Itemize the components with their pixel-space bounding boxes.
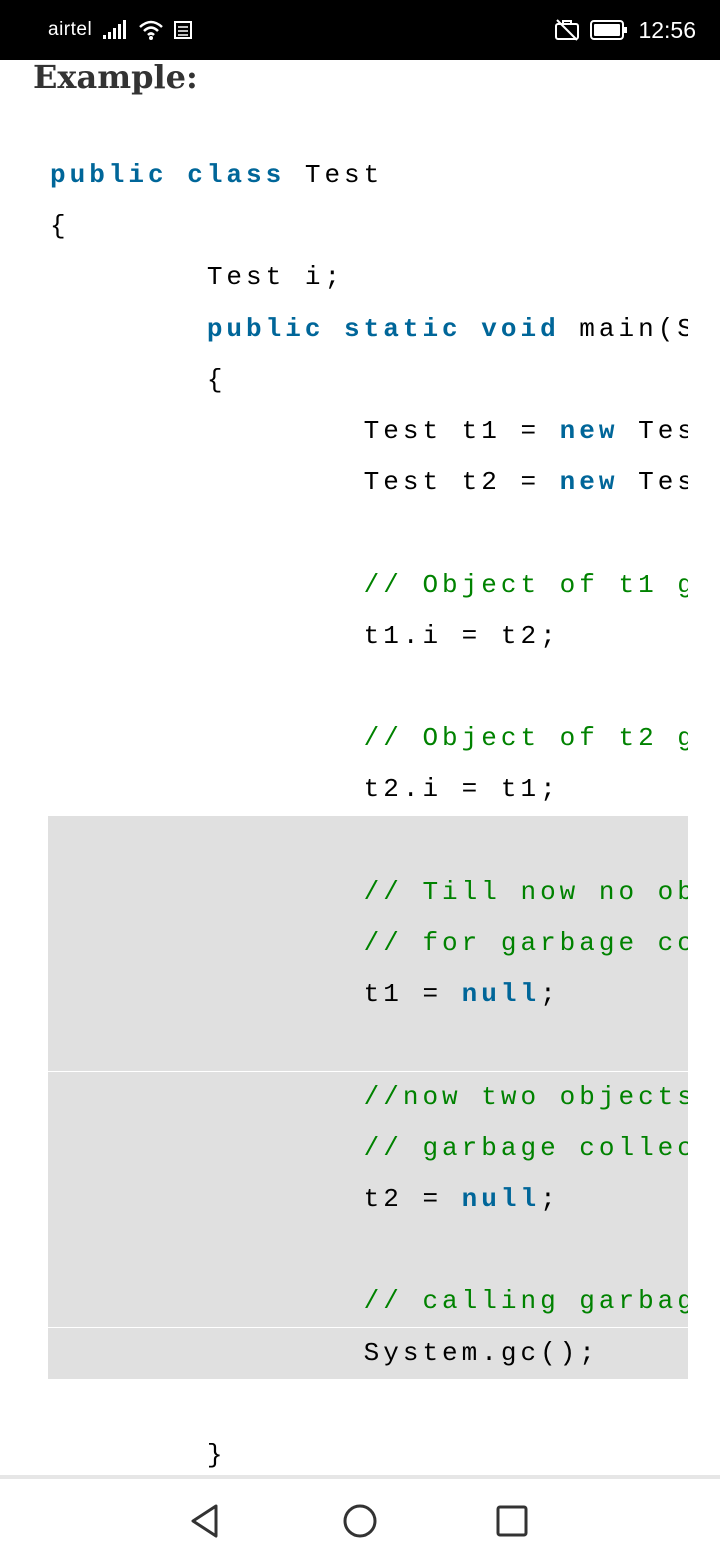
carrier-name: airtel (48, 19, 93, 40)
wifi-icon (138, 19, 164, 41)
code-line: //now two objects are eli (48, 1071, 688, 1123)
code-line: // calling garbage collec (48, 1276, 688, 1328)
battery-icon (590, 19, 628, 41)
home-button[interactable] (340, 1501, 380, 1541)
section-heading: Example: (33, 60, 198, 96)
code-text: t1.i = t2; (363, 620, 560, 651)
code-keyword: new (559, 416, 619, 446)
code-line: Test i; (48, 252, 688, 303)
code-line: public static void main(Strin (48, 304, 688, 355)
status-right: 12:56 (554, 17, 696, 44)
status-left: airtel (48, 19, 193, 41)
code-line: Test t2 = new Test(); (48, 457, 688, 508)
code-text: t2.i = t1; (363, 774, 560, 805)
code-text: Test(); (638, 467, 688, 498)
code-text: Test t2 = (363, 467, 560, 498)
code-comment: // Till now no object eli (363, 876, 688, 907)
code-keyword: null (461, 1184, 541, 1214)
code-line: t2.i = t1; (48, 764, 688, 815)
code-line: public class Test (48, 150, 688, 201)
code-line (48, 1020, 688, 1072)
code-line: // Till now no object eli (48, 866, 688, 918)
code-comment: //now two objects are eli (363, 1081, 688, 1112)
code-line: t2 = null; (48, 1174, 688, 1225)
status-bar: airtel 12:56 (0, 0, 720, 60)
code-text: Test i; (206, 262, 345, 293)
code-line (48, 1225, 688, 1277)
code-line: t1.i = t2; (48, 611, 688, 662)
back-button[interactable] (185, 1501, 225, 1541)
code-line: { (48, 355, 688, 406)
code-line: // Object of t1 gets a co (48, 560, 688, 611)
code-text: t2 = (363, 1184, 462, 1214)
code-text: { (50, 211, 70, 242)
code-keyword: new (559, 467, 619, 498)
code-line (48, 815, 688, 867)
recents-button[interactable] (492, 1501, 532, 1541)
code-keyword: public class (50, 160, 286, 190)
code-text: } (206, 1440, 227, 1470)
code-comment: // Object of t2 gets a co (363, 723, 688, 754)
sim-card-icon (174, 20, 193, 40)
code-comment: // calling garbage collec (363, 1286, 688, 1317)
code-block[interactable]: public class Test { Test i; public static… (48, 150, 688, 1475)
code-line: // Object of t2 gets a co (48, 713, 688, 764)
clock: 12:56 (638, 16, 696, 43)
code-text: ; (540, 979, 560, 1010)
code-comment: // garbage collection (363, 1132, 688, 1163)
code-text: System.gc(); (363, 1337, 599, 1368)
code-line: // for garbage collection (48, 918, 688, 969)
code-line: } (48, 1430, 688, 1475)
signal-icon (102, 20, 128, 40)
code-text: Test(); (638, 416, 688, 446)
recents-square-icon (496, 1505, 528, 1537)
back-triangle-icon (191, 1504, 218, 1538)
code-line: t1 = null; (48, 969, 688, 1021)
no-notifications-icon (554, 19, 580, 41)
code-text: main(Strin (579, 313, 688, 344)
navigation-bar (0, 1475, 720, 1560)
article-content[interactable]: Example: public class Test { Test i; publ… (0, 60, 720, 1475)
code-line: System.gc(); (48, 1327, 688, 1379)
code-keyword: null (461, 979, 541, 1010)
code-text: Test (285, 160, 384, 190)
code-line: // garbage collection (48, 1122, 688, 1174)
code-text: ; (540, 1184, 560, 1214)
code-keyword: public static void (206, 313, 560, 344)
code-text: t1 = (363, 979, 462, 1010)
home-circle-icon (343, 1504, 377, 1538)
code-text: { (206, 364, 227, 395)
code-line: Test t1 = new Test(); (48, 406, 688, 457)
code-text: Test t1 = (363, 416, 560, 446)
code-line: { (48, 201, 688, 252)
code-comment: // for garbage collection (363, 928, 688, 958)
code-comment: // Object of t1 gets a co (363, 569, 688, 600)
